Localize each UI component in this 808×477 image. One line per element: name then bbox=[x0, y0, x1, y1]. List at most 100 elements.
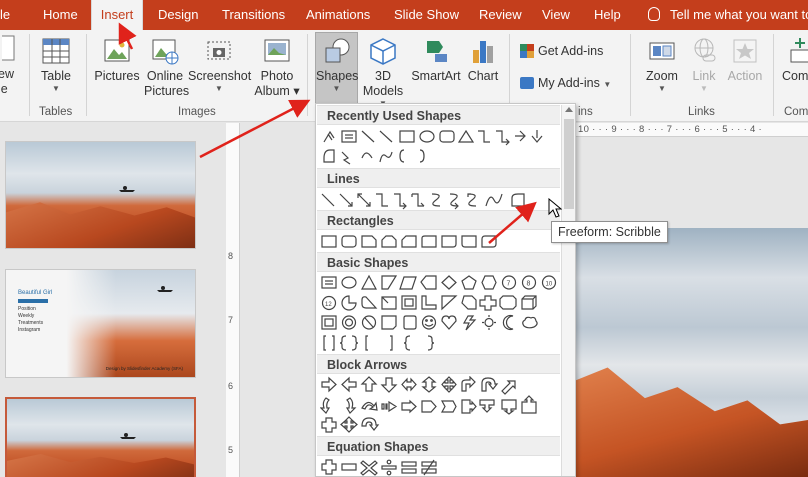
tab-slide-show[interactable]: Slide Show bbox=[394, 0, 459, 30]
3d-models-button[interactable]: 3D Models ▼ bbox=[360, 36, 406, 109]
basic-shapes-grid[interactable]: 7 8 10 12 bbox=[320, 274, 560, 354]
svg-text:7: 7 bbox=[507, 281, 511, 288]
online-pictures-label-2: Pictures bbox=[144, 84, 190, 98]
link-dropdown-caret: ▼ bbox=[700, 84, 708, 93]
slide-thumbnail-2[interactable]: Beautiful Girl Position Weekly Treatment… bbox=[5, 269, 196, 378]
3d-models-label-1: 3D bbox=[375, 69, 391, 83]
pictures-button[interactable]: Pictures bbox=[93, 36, 141, 84]
table-label: Table bbox=[41, 69, 71, 83]
ruler-number: 5 bbox=[228, 445, 234, 455]
chart-label: Chart bbox=[467, 69, 499, 83]
tell-me-label: Tell me what you want to bbox=[670, 7, 808, 22]
current-slide-photo[interactable] bbox=[575, 228, 808, 477]
tab-review[interactable]: Review bbox=[479, 0, 522, 30]
zoom-button[interactable]: Zoom ▼ bbox=[640, 36, 684, 94]
screenshot-dropdown-caret: ▼ bbox=[215, 84, 223, 93]
action-label: Action bbox=[727, 69, 763, 83]
screenshot-button[interactable]: Screenshot ▼ bbox=[188, 36, 252, 94]
my-addins-button[interactable]: My Add-ins ▼ bbox=[520, 76, 624, 92]
section-block-arrows: Block Arrows bbox=[317, 354, 560, 374]
slide-2-text: Beautiful Girl Position Weekly Treatment… bbox=[18, 290, 52, 334]
group-label-addins: ins bbox=[578, 106, 593, 118]
new-slide-button[interactable]: ew le bbox=[0, 34, 20, 97]
rectangles-row[interactable] bbox=[320, 232, 560, 252]
shapes-icon bbox=[325, 38, 349, 63]
equation-shapes-row[interactable] bbox=[320, 458, 560, 476]
lines-row[interactable] bbox=[320, 190, 560, 210]
shapes-dropdown-caret: ▼ bbox=[332, 84, 341, 93]
photo-album-label-2: Album ▾ bbox=[254, 84, 300, 98]
comment-button[interactable]: Com bbox=[782, 36, 808, 84]
new-slide-label-1: ew bbox=[0, 67, 14, 81]
tab-help[interactable]: Help bbox=[594, 0, 621, 30]
smartart-icon bbox=[427, 41, 447, 62]
tab-transitions[interactable]: Transitions bbox=[222, 0, 285, 30]
get-addins-button[interactable]: Get Add-ins bbox=[520, 44, 610, 59]
photo-album-label-text: Album bbox=[254, 84, 290, 98]
smartart-button[interactable]: SmartArt bbox=[409, 36, 463, 84]
ruler-number: 6 bbox=[228, 381, 234, 391]
powerpoint-window: le Home Insert Design Transitions Animat… bbox=[0, 0, 808, 477]
zoom-dropdown-caret: ▼ bbox=[658, 84, 666, 93]
chart-icon bbox=[473, 41, 493, 63]
tab-home[interactable]: Home bbox=[43, 0, 78, 30]
slide-thumbnail-3-selected[interactable] bbox=[5, 397, 196, 477]
shapes-gallery-scrollbar[interactable] bbox=[561, 105, 575, 476]
online-pictures-button[interactable]: Online Pictures bbox=[144, 36, 190, 99]
tab-file[interactable]: le bbox=[0, 0, 10, 30]
person-figure bbox=[119, 433, 136, 447]
svg-text:12: 12 bbox=[325, 302, 332, 308]
slide-2-line: Instagram bbox=[18, 327, 41, 333]
online-pictures-label-1: Online bbox=[146, 69, 184, 83]
screenshot-icon bbox=[207, 41, 231, 60]
tab-view[interactable]: View bbox=[542, 0, 570, 30]
new-slide-label-2: le bbox=[0, 82, 8, 96]
photo-album-button[interactable]: Photo Album ▾ bbox=[252, 36, 302, 99]
block-arrows-grid[interactable] bbox=[320, 376, 560, 436]
mouse-cursor-icon bbox=[548, 198, 562, 218]
horizontal-ruler: 10 · · · 9 · · · 8 · · · 7 · · · 6 · · ·… bbox=[562, 123, 808, 137]
section-recently-used-shapes: Recently Used Shapes bbox=[317, 105, 560, 125]
screenshot-label: Screenshot bbox=[188, 69, 252, 83]
link-button[interactable]: Link ▼ bbox=[686, 36, 722, 94]
tab-animations[interactable]: Animations bbox=[306, 0, 370, 30]
3d-models-label-2: Models bbox=[362, 84, 404, 98]
comment-label: Com bbox=[782, 69, 808, 83]
recently-used-shapes-row[interactable] bbox=[320, 128, 560, 168]
photo-album-icon bbox=[264, 39, 290, 62]
my-addins-icon bbox=[520, 77, 534, 89]
lightbulb-icon bbox=[648, 7, 660, 21]
photo-album-label-1: Photo bbox=[260, 69, 294, 83]
chart-button[interactable]: Chart bbox=[464, 36, 502, 84]
table-dropdown-caret: ▼ bbox=[52, 84, 60, 93]
group-label-links: Links bbox=[688, 106, 715, 118]
scroll-up-arrow-icon[interactable] bbox=[565, 107, 573, 112]
shapes-button[interactable]: Shapes ▼ bbox=[315, 32, 358, 104]
section-rectangles: Rectangles bbox=[317, 210, 560, 230]
link-icon bbox=[694, 38, 716, 62]
section-lines: Lines bbox=[317, 168, 560, 188]
new-slide-icon bbox=[2, 35, 15, 61]
tab-design[interactable]: Design bbox=[158, 0, 198, 30]
vertical-ruler: 8 7 6 5 bbox=[226, 123, 240, 477]
group-label-images: Images bbox=[178, 106, 216, 118]
zoom-label: Zoom bbox=[646, 69, 678, 83]
slide-2-line: Treatments bbox=[18, 320, 44, 326]
slide-2-line: Position bbox=[18, 306, 36, 312]
action-button[interactable]: Action bbox=[724, 36, 766, 84]
3d-cube-icon bbox=[370, 38, 396, 65]
svg-text:10: 10 bbox=[546, 282, 553, 288]
scrollbar-thumb[interactable] bbox=[564, 119, 574, 209]
slide-2-title: Beautiful Girl bbox=[18, 290, 53, 296]
tab-insert[interactable]: Insert bbox=[91, 0, 143, 31]
tell-me-search[interactable]: Tell me what you want to bbox=[648, 0, 808, 30]
group-label-tables: Tables bbox=[39, 106, 73, 118]
person-figure bbox=[118, 186, 135, 200]
slide-thumbnail-1[interactable] bbox=[5, 141, 196, 249]
slide-2-caption: Design by Slidesfinder Academy (SFA) bbox=[105, 366, 183, 371]
table-icon bbox=[42, 38, 70, 64]
smartart-label: SmartArt bbox=[411, 69, 461, 83]
group-separator bbox=[307, 34, 308, 116]
section-equation-shapes: Equation Shapes bbox=[317, 436, 560, 456]
table-button[interactable]: Table ▼ bbox=[36, 36, 76, 94]
